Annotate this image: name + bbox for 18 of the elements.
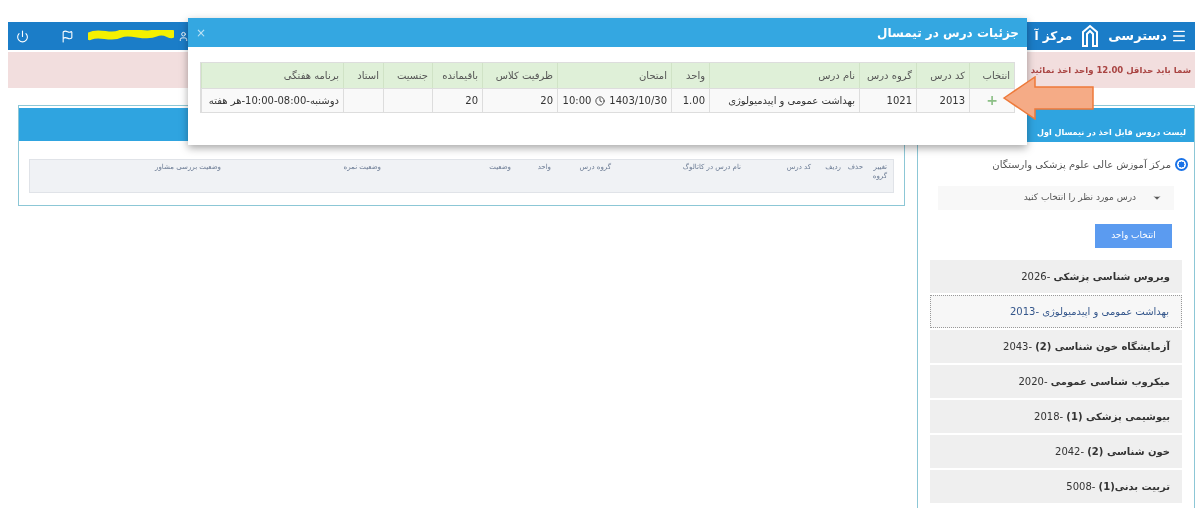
course-item[interactable]: بهداشت عمومی و اپیدمیولوژی -2013 [930, 295, 1182, 328]
alert-text: شما باید حداقل 12.00 واحد اخذ نمائید [1030, 63, 1191, 77]
table-cell: دوشنبه-08:00-10:00-هر هفته [201, 89, 343, 112]
table-cell: 20 [482, 89, 557, 112]
site-title: مرکز آ [1034, 27, 1073, 45]
table-cell: 20 [432, 89, 482, 112]
panel-title: لیست دروس قابل اخذ در نیمسال اول [1037, 127, 1186, 139]
table-cell: 2013 [916, 89, 969, 112]
course-dropdown[interactable]: درس مورد نظر را انتخاب کنید [938, 186, 1174, 210]
dialog-title: جزئیات درس در تیمسال [877, 24, 1019, 42]
table-cell: 1.00 [671, 89, 709, 112]
dropdown-placeholder: درس مورد نظر را انتخاب کنید [1023, 191, 1136, 205]
select-unit-button[interactable]: انتخاب واحد [1095, 224, 1172, 248]
menu-button[interactable]: دسترسی [1108, 26, 1187, 46]
table-cell: بهداشت عمومی و اپیدمیولوژی [709, 89, 859, 112]
campus-radio[interactable]: مرکز آموزش عالی علوم پزشکی وارستگان [918, 157, 1194, 172]
table-cell: 10:00 1403/10/30 [557, 89, 671, 112]
table-cell: 1021 [859, 89, 916, 112]
